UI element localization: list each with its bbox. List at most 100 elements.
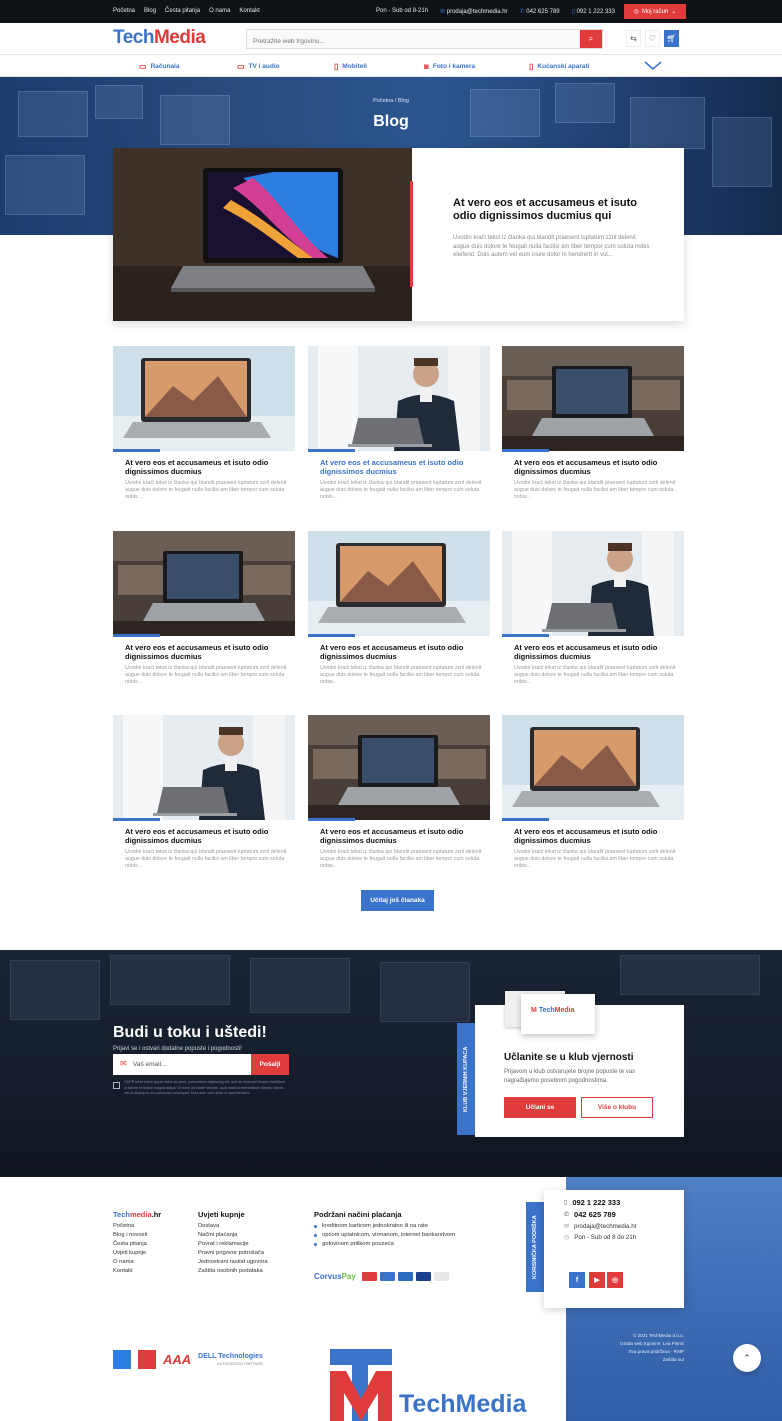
maestro-icon: [379, 1272, 395, 1281]
footer-link[interactable]: Česta pitanja: [113, 1240, 161, 1249]
footer-link[interactable]: Početna: [113, 1222, 161, 1231]
user-icon: ◎: [633, 9, 639, 15]
footer-link[interactable]: Uvjeti kupnje: [113, 1249, 161, 1258]
top-link-contact[interactable]: Kontakt: [239, 8, 259, 14]
support-email[interactable]: ✉ prodaja@techmedia.hr: [564, 1223, 637, 1230]
compare-icon[interactable]: ⇆: [626, 30, 641, 47]
article-card[interactable]: At vero eos et accusameus et isuto odio …: [308, 715, 490, 890]
article-image[interactable]: [113, 715, 295, 820]
join-club-button[interactable]: Učlani se: [504, 1097, 576, 1118]
newsletter-email-input[interactable]: ✉ Vaš email...: [113, 1054, 253, 1075]
article-image[interactable]: [113, 346, 295, 451]
site-logo[interactable]: TechMedia: [113, 27, 206, 49]
footer-link[interactable]: O nama: [113, 1258, 161, 1267]
youtube-icon[interactable]: ▶: [589, 1272, 605, 1288]
header: TechMedia ⌕ ⇆ ♡ 🛒︎: [0, 23, 782, 55]
footer-link[interactable]: Jednostrani raskid ugovora: [198, 1258, 268, 1267]
club-info-button[interactable]: Više o klubu: [581, 1097, 653, 1118]
top-phone-1[interactable]: ✆ 042 625 789: [520, 8, 560, 15]
article-title[interactable]: At vero eos et accusameus et isuto odio …: [320, 827, 485, 845]
category-tv-audio[interactable]: ▭ TV i audio: [237, 62, 280, 71]
article-image[interactable]: [308, 346, 490, 451]
footer-link[interactable]: Kontakt: [113, 1267, 161, 1276]
article-accent-bar: [502, 449, 549, 452]
article-title[interactable]: At vero eos et accusameus et isuto odio …: [320, 458, 485, 476]
support-tab[interactable]: KORISNIČKA PODRŠKA: [526, 1202, 544, 1292]
category-photo[interactable]: ◙ Foto i kamera: [424, 62, 475, 71]
scroll-top-button[interactable]: ⌃: [733, 1344, 761, 1372]
footer-payment-column: Podržani načini plaćanja kreditnom karti…: [314, 1210, 455, 1249]
payment-logos: CorvusPay: [314, 1272, 449, 1281]
category-mobiles[interactable]: ▯ Mobiteli: [334, 62, 367, 71]
footer-link[interactable]: Blog i novosti: [113, 1231, 161, 1240]
article-excerpt: Uvodni kraći tekst iz članka qui blandit…: [125, 665, 287, 685]
article-excerpt: Uvodni kraći tekst iz članka qui blandit…: [514, 849, 676, 869]
header-actions: ⇆ ♡ 🛒︎: [626, 30, 679, 47]
top-link-blog[interactable]: Blog: [144, 8, 156, 14]
article-title[interactable]: At vero eos et accusameus et isuto odio …: [514, 827, 679, 845]
article-image[interactable]: [502, 715, 684, 820]
article-card[interactable]: At vero eos et accusameus et isuto odio …: [113, 715, 295, 890]
load-more-button[interactable]: Učitaj još članaka: [361, 890, 434, 911]
article-image[interactable]: [502, 346, 684, 451]
article-title[interactable]: At vero eos et accusameus et isuto odio …: [320, 643, 485, 661]
article-card[interactable]: At vero eos et accusameus et isuto odio …: [502, 715, 684, 890]
footer-link[interactable]: Načini plaćanja: [198, 1231, 268, 1240]
featured-title[interactable]: At vero eos et accusameus et isuto odio …: [453, 197, 653, 223]
footer-link[interactable]: Zaštita osobnih podataka: [198, 1267, 268, 1276]
top-phone-2[interactable]: ▯ 092 1 222 333: [572, 8, 615, 15]
category-computers[interactable]: ▭ Računala: [139, 62, 179, 71]
loyalty-club-card: M TechMedia Učlanite se u klub vjernosti …: [475, 991, 684, 1137]
support-phone-1[interactable]: ▯ 092 1 222 333: [564, 1198, 620, 1207]
top-link-faq[interactable]: Česta pitanja: [165, 8, 200, 14]
instagram-icon[interactable]: ◎: [607, 1272, 623, 1288]
club-tab[interactable]: KLUB VJERNIH KUPACA: [457, 1023, 475, 1135]
footer-brand-column: Techmedia.hr Početna Blog i novosti Čest…: [113, 1210, 161, 1276]
article-accent-bar: [308, 818, 355, 821]
breadcrumb[interactable]: Početna / Blog: [0, 98, 782, 104]
article-title[interactable]: At vero eos et accusameus et isuto odio …: [514, 458, 679, 476]
featured-article[interactable]: At vero eos et accusameus et isuto odio …: [113, 148, 684, 321]
article-excerpt: Uvodni kraći tekst iz članka qui blandit…: [514, 480, 676, 500]
article-card[interactable]: At vero eos et accusameus et isuto odio …: [308, 346, 490, 521]
footer-brand: Techmedia.hr: [113, 1210, 162, 1219]
support-phone-2[interactable]: ✆ 042 625 789: [564, 1210, 616, 1219]
top-email[interactable]: ✉ prodaja@techmedia.hr: [440, 8, 508, 15]
article-title[interactable]: At vero eos et accusameus et isuto odio …: [514, 643, 679, 661]
article-card[interactable]: At vero eos et accusameus et isuto odio …: [502, 531, 684, 706]
fridge-icon: ▯: [529, 62, 534, 71]
account-button[interactable]: ◎ Moj račun ⌄: [624, 4, 686, 19]
bg-screen: [10, 960, 100, 1020]
copyright: © 2021 TechMedia d.o.o. Izrada web trgov…: [620, 1333, 684, 1362]
visa-icon: [415, 1272, 431, 1281]
facebook-icon[interactable]: f: [569, 1272, 585, 1288]
footer-link[interactable]: Pravni prigovor potrošača: [198, 1249, 268, 1258]
article-card[interactable]: At vero eos et accusameus et isuto odio …: [113, 531, 295, 706]
article-title[interactable]: At vero eos et accusameus et isuto odio …: [125, 827, 290, 845]
category-appliances[interactable]: ▯ Kućanski aparati: [529, 62, 589, 71]
article-image[interactable]: [308, 531, 490, 636]
article-card[interactable]: At vero eos et accusameus et isuto odio …: [502, 346, 684, 521]
top-hours: Pon - Sub od 8-21h: [376, 8, 429, 14]
article-title[interactable]: At vero eos et accusameus et isuto odio …: [125, 458, 290, 476]
footer-link[interactable]: Dostava: [198, 1222, 268, 1231]
chevron-down-icon[interactable]: [642, 58, 664, 73]
article-title[interactable]: At vero eos et accusameus et isuto odio …: [125, 643, 290, 661]
article-image[interactable]: [502, 531, 684, 636]
article-image[interactable]: [308, 715, 490, 820]
top-link-about[interactable]: O nama: [209, 8, 230, 14]
newsletter-send-button[interactable]: Pošalji: [251, 1054, 289, 1075]
article-card[interactable]: At vero eos et accusameus et isuto odio …: [113, 346, 295, 521]
footer-link[interactable]: Povrat i reklamacije: [198, 1240, 268, 1249]
cart-icon[interactable]: 🛒︎: [664, 30, 679, 47]
article-excerpt: Uvodni kraći tekst iz članka qui blandit…: [514, 665, 676, 685]
gdpr-checkbox[interactable]: [113, 1082, 120, 1089]
search-button[interactable]: ⌕: [580, 30, 602, 48]
search-input[interactable]: [247, 32, 567, 51]
article-image[interactable]: [113, 531, 295, 636]
article-accent-bar: [502, 818, 549, 821]
heart-icon[interactable]: ♡: [645, 30, 660, 47]
dell-partner-logo: DELL Technologies AUTHORIZED PARTNER: [198, 1352, 263, 1366]
top-link-home[interactable]: Početna: [113, 8, 135, 14]
article-card[interactable]: At vero eos et accusameus et isuto odio …: [308, 531, 490, 706]
